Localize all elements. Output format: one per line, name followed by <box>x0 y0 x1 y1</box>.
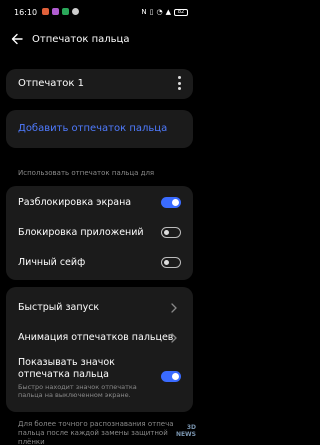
show-icon-description-line1: Быстро находит значок отпечатка <box>18 383 137 391</box>
notification-icons <box>42 8 79 15</box>
show-icon-label-line2: отпечатка пальца <box>18 369 109 380</box>
show-icon-description-line2: пальца на выключенном экране. <box>18 391 131 399</box>
app-lock-toggle[interactable] <box>161 227 181 238</box>
battery-icon: 82 <box>174 8 188 16</box>
app-lock-label: Блокировка приложений <box>18 227 144 238</box>
show-icon-toggle[interactable] <box>161 371 181 382</box>
private-safe-row[interactable]: Личный сейф <box>6 248 193 278</box>
quick-launch-row[interactable]: Быстрый запуск <box>6 293 193 323</box>
watermark-logo: 3D NEWS <box>175 424 196 438</box>
app-lock-row[interactable]: Блокировка приложений <box>6 218 193 248</box>
status-bar: 16:10 N ▯ ◔ ▲ 82 <box>0 0 200 24</box>
private-safe-label: Личный сейф <box>18 257 86 268</box>
usage-section-label: Использовать отпечаток пальца для <box>18 169 155 177</box>
fingerprint-animation-label: Анимация отпечатков пальцев <box>18 332 174 343</box>
add-fingerprint-label: Добавить отпечаток пальца <box>18 123 168 134</box>
fingerprint-item[interactable]: Отпечаток 1 <box>6 69 193 99</box>
screen-unlock-toggle[interactable] <box>161 197 181 208</box>
vibrate-icon: ▯ <box>149 8 154 16</box>
add-fingerprint-button[interactable]: Добавить отпечаток пальца <box>6 110 193 148</box>
back-arrow-icon[interactable] <box>10 32 24 46</box>
show-icon-label-line1: Показывать значок <box>18 357 115 368</box>
private-safe-toggle[interactable] <box>161 257 181 268</box>
chevron-right-icon <box>171 333 177 343</box>
footer-line2: пальца после каждой замены защитной плён… <box>18 429 168 445</box>
show-icon-row[interactable]: Показывать значок отпечатка пальца Быстр… <box>6 353 193 409</box>
app-notification-icon <box>52 8 59 15</box>
screen-unlock-label: Разблокировка экрана <box>18 197 132 208</box>
screen-unlock-row[interactable]: Разблокировка экрана <box>6 188 193 218</box>
signal-icon: ▲ <box>165 8 171 16</box>
page-title: Отпечаток пальца <box>32 34 130 45</box>
other-settings-card: Быстрый запуск Анимация отпечатков пальц… <box>6 287 193 412</box>
footer-note: Для более точного распознавания отпеча п… <box>18 420 188 445</box>
more-options-icon[interactable] <box>178 76 181 90</box>
system-icons: N ▯ ◔ ▲ 82 <box>141 8 188 16</box>
cloud-icon <box>72 8 79 15</box>
footer-line1: Для более точного распознавания отпеча <box>18 420 174 428</box>
usage-settings-card: Разблокировка экрана Блокировка приложен… <box>6 186 193 280</box>
quick-launch-label: Быстрый запуск <box>18 302 100 313</box>
nfc-icon: N <box>141 8 147 16</box>
fingerprint-name: Отпечаток 1 <box>18 78 84 89</box>
app-notification-icon <box>42 8 49 15</box>
wifi-icon: ◔ <box>156 8 163 16</box>
app-header: Отпечаток пальца <box>0 28 200 54</box>
status-time: 16:10 <box>14 8 38 17</box>
chevron-right-icon <box>171 303 177 313</box>
app-notification-icon <box>62 8 69 15</box>
fingerprint-animation-row[interactable]: Анимация отпечатков пальцев <box>6 323 193 353</box>
